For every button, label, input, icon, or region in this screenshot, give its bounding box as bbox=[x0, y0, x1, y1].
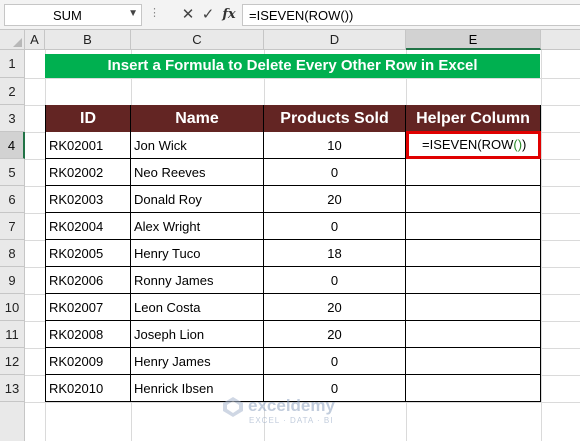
header-products-sold[interactable]: Products Sold bbox=[264, 105, 406, 132]
formula-input[interactable]: =ISEVEN(ROW()) bbox=[242, 4, 580, 26]
cell-helper[interactable] bbox=[406, 375, 541, 402]
name-box-value: SUM bbox=[53, 8, 82, 23]
header-name[interactable]: Name bbox=[131, 105, 264, 132]
cell-name[interactable]: Ronny James bbox=[131, 267, 264, 294]
active-cell-e4[interactable]: =ISEVEN(ROW()) bbox=[406, 131, 541, 159]
cell-sold[interactable]: 20 bbox=[264, 186, 406, 213]
cell-sold[interactable]: 20 bbox=[264, 321, 406, 348]
cell-id[interactable]: RK02010 bbox=[45, 375, 131, 402]
row-header-3[interactable]: 3 bbox=[0, 105, 25, 132]
column-header-c[interactable]: C bbox=[131, 30, 264, 50]
cell-sold[interactable]: 0 bbox=[264, 348, 406, 375]
cell-name[interactable]: Donald Roy bbox=[131, 186, 264, 213]
cell-name[interactable]: Joseph Lion bbox=[131, 321, 264, 348]
cell-sold[interactable]: 10 bbox=[264, 132, 406, 159]
cell-id[interactable]: RK02005 bbox=[45, 240, 131, 267]
header-id[interactable]: ID bbox=[45, 105, 131, 132]
cell-sold[interactable]: 0 bbox=[264, 267, 406, 294]
sheet-title[interactable]: Insert a Formula to Delete Every Other R… bbox=[45, 54, 540, 78]
cell-id[interactable]: RK02006 bbox=[45, 267, 131, 294]
check-icon[interactable]: ✓ bbox=[200, 6, 216, 24]
exceldemy-watermark: exceldemy EXCEL · DATA · BI bbox=[222, 394, 402, 428]
column-header-a[interactable]: A bbox=[25, 30, 45, 50]
cell-id[interactable]: RK02003 bbox=[45, 186, 131, 213]
cell-id[interactable]: RK02009 bbox=[45, 348, 131, 375]
cell-helper[interactable] bbox=[406, 213, 541, 240]
formula-bar: SUM ▼ ⋮ ✕ ✓ fx =ISEVEN(ROW()) bbox=[0, 0, 580, 30]
row-header-8[interactable]: 8 bbox=[0, 240, 25, 267]
row-header-2[interactable]: 2 bbox=[0, 78, 25, 105]
column-header-f[interactable] bbox=[541, 30, 580, 50]
row-header-12[interactable]: 12 bbox=[0, 348, 25, 375]
row-header-9[interactable]: 9 bbox=[0, 267, 25, 294]
name-box[interactable]: SUM ▼ bbox=[4, 4, 142, 26]
formula-text: =ISEVEN(ROW()) bbox=[249, 8, 354, 23]
row-header-5[interactable]: 5 bbox=[0, 159, 25, 186]
row-header-7[interactable]: 7 bbox=[0, 213, 25, 240]
header-helper-column[interactable]: Helper Column bbox=[406, 105, 541, 132]
watermark-name: exceldemy bbox=[248, 396, 335, 415]
row-header-10[interactable]: 10 bbox=[0, 294, 25, 321]
row-header-4[interactable]: 4 bbox=[0, 132, 25, 159]
cell-helper[interactable] bbox=[406, 348, 541, 375]
cell-id[interactable]: RK02004 bbox=[45, 213, 131, 240]
cell-name[interactable]: Alex Wright bbox=[131, 213, 264, 240]
column-header-d[interactable]: D bbox=[264, 30, 406, 50]
row-header-14[interactable] bbox=[0, 402, 25, 441]
cell-id[interactable]: RK02008 bbox=[45, 321, 131, 348]
cell-sold[interactable]: 0 bbox=[264, 159, 406, 186]
cell-id[interactable]: RK02001 bbox=[45, 132, 131, 159]
cell-sold[interactable]: 0 bbox=[264, 213, 406, 240]
cell-name[interactable]: Henry Tuco bbox=[131, 240, 264, 267]
cell-helper[interactable] bbox=[406, 294, 541, 321]
cell-name[interactable]: Leon Costa bbox=[131, 294, 264, 321]
row-header-6[interactable]: 6 bbox=[0, 186, 25, 213]
close-icon[interactable]: ✕ bbox=[180, 6, 196, 24]
cell-id[interactable]: RK02002 bbox=[45, 159, 131, 186]
drag-handle-icon[interactable]: ⋮ bbox=[149, 6, 160, 19]
cell-sold[interactable]: 18 bbox=[264, 240, 406, 267]
select-all-button[interactable] bbox=[0, 30, 25, 50]
watermark-tagline: EXCEL · DATA · BI bbox=[249, 416, 334, 425]
cell-helper[interactable] bbox=[406, 186, 541, 213]
row-header-13[interactable]: 13 bbox=[0, 375, 25, 402]
insert-function-icon[interactable]: fx bbox=[221, 6, 237, 24]
cell-helper[interactable] bbox=[406, 321, 541, 348]
exceldemy-logo-icon bbox=[223, 397, 243, 417]
row-header-1[interactable]: 1 bbox=[0, 50, 25, 78]
cell-helper[interactable] bbox=[406, 159, 541, 186]
cell-helper[interactable] bbox=[406, 267, 541, 294]
active-cell-formula: =ISEVEN(ROW()) bbox=[422, 137, 527, 152]
chevron-down-icon[interactable]: ▼ bbox=[128, 8, 138, 19]
row-header-11[interactable]: 11 bbox=[0, 321, 25, 348]
cell-name[interactable]: Neo Reeves bbox=[131, 159, 264, 186]
column-header-b[interactable]: B bbox=[45, 30, 131, 50]
cell-sold[interactable]: 20 bbox=[264, 294, 406, 321]
cell-name[interactable]: Henry James bbox=[131, 348, 264, 375]
column-header-e[interactable]: E bbox=[406, 30, 541, 50]
cell-name[interactable]: Jon Wick bbox=[131, 132, 264, 159]
cell-helper[interactable] bbox=[406, 240, 541, 267]
cell-id[interactable]: RK02007 bbox=[45, 294, 131, 321]
